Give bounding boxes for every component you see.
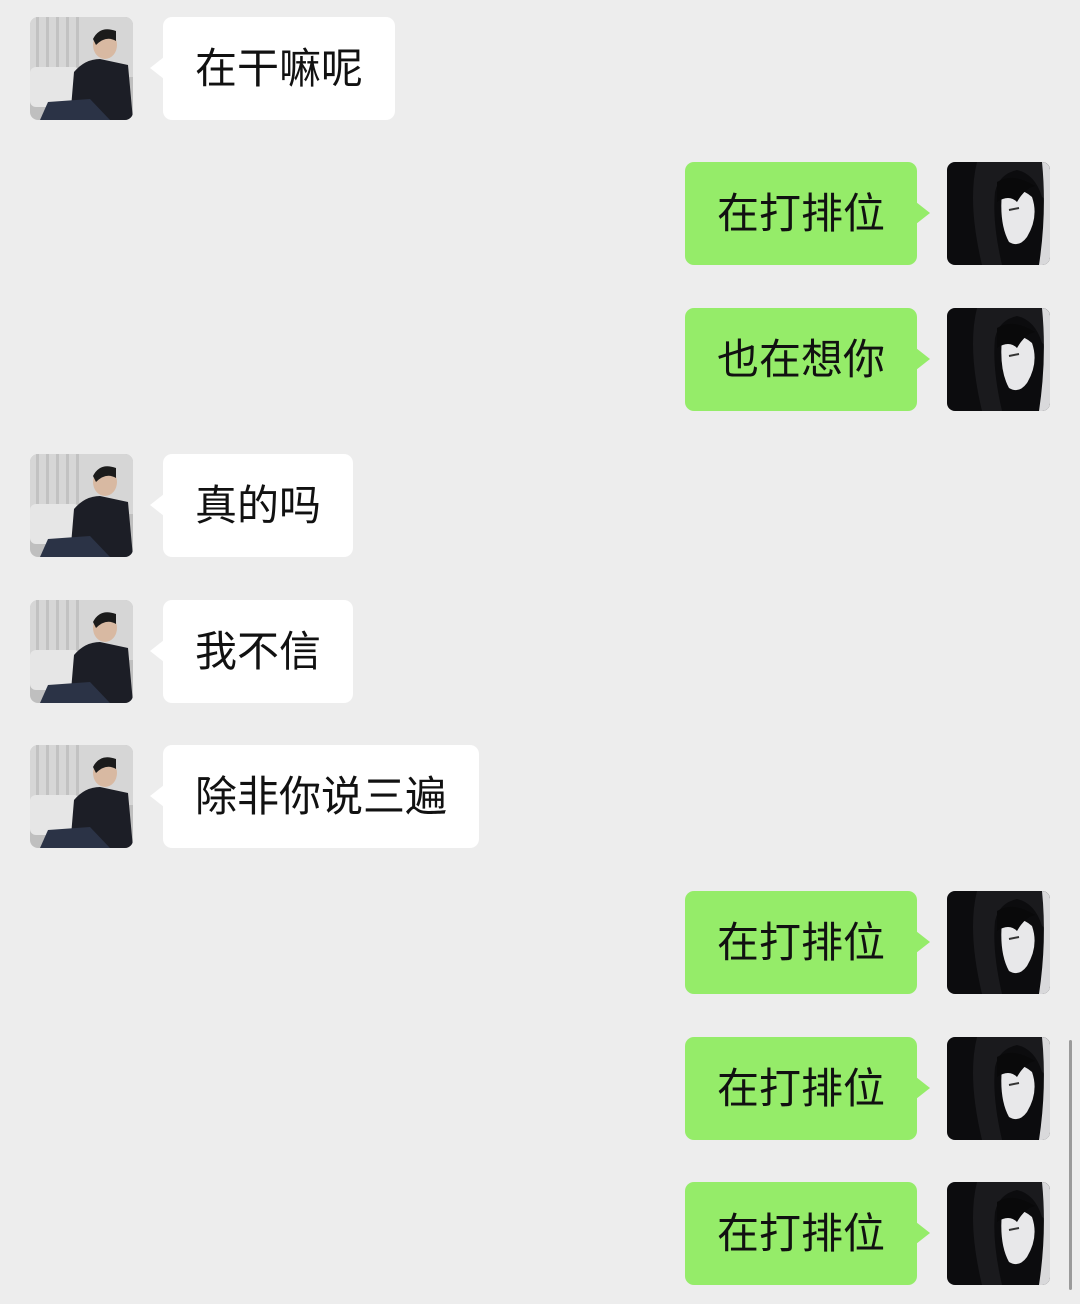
contact-avatar[interactable] xyxy=(30,17,133,120)
my-avatar[interactable] xyxy=(947,891,1050,994)
avatar-anime-girl-icon xyxy=(947,308,1050,411)
avatar-man-icon xyxy=(30,745,133,848)
message-bubble[interactable]: 我不信 xyxy=(149,600,354,703)
my-avatar[interactable] xyxy=(947,1182,1050,1285)
message-bubble[interactable]: 也在想你 xyxy=(684,308,931,411)
message-bubble[interactable]: 在打排位 xyxy=(684,1037,931,1140)
contact-avatar[interactable] xyxy=(30,745,133,848)
avatar-man-icon xyxy=(30,600,133,703)
my-avatar[interactable] xyxy=(947,308,1050,411)
avatar-man-icon xyxy=(30,17,133,120)
avatar-anime-girl-icon xyxy=(947,162,1050,265)
message-bubble[interactable]: 在打排位 xyxy=(684,1182,931,1285)
avatar-anime-girl-icon xyxy=(947,891,1050,994)
chat-message-list[interactable]: 在干嘛呢 在打排位 也在想你 真的吗 我不信 除非你说三遍 在打排位 在打排位 … xyxy=(0,0,1080,1304)
scrollbar-thumb[interactable] xyxy=(1069,1040,1072,1290)
my-avatar[interactable] xyxy=(947,162,1050,265)
avatar-anime-girl-icon xyxy=(947,1037,1050,1140)
avatar-anime-girl-icon xyxy=(947,1182,1050,1285)
avatar-man-icon xyxy=(30,454,133,557)
message-bubble[interactable]: 除非你说三遍 xyxy=(149,745,480,848)
message-bubble[interactable]: 在干嘛呢 xyxy=(149,17,396,120)
my-avatar[interactable] xyxy=(947,1037,1050,1140)
contact-avatar[interactable] xyxy=(30,600,133,703)
contact-avatar[interactable] xyxy=(30,454,133,557)
message-bubble[interactable]: 在打排位 xyxy=(684,162,931,265)
message-bubble[interactable]: 真的吗 xyxy=(149,454,354,557)
message-bubble[interactable]: 在打排位 xyxy=(684,891,931,994)
